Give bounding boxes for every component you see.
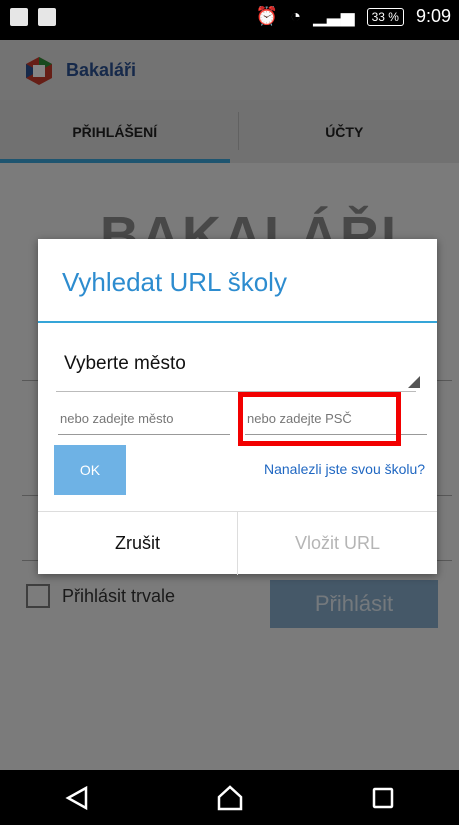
- navigation-bar: [0, 770, 459, 825]
- clock: 9:09: [415, 6, 451, 26]
- dropdown-arrow-icon[interactable]: [408, 376, 420, 388]
- dialog-title: Vyhledat URL školy: [62, 267, 287, 297]
- insert-url-button[interactable]: Vložit URL: [238, 512, 437, 575]
- search-school-dialog: Vyhledat URL školy Vyberte město nebo za…: [38, 239, 437, 575]
- psc-highlight-box: [238, 392, 401, 446]
- notification-icon: [10, 8, 28, 26]
- status-left-icons: [10, 8, 56, 26]
- dialog-title-divider: [38, 321, 437, 323]
- dialog-actions: Zrušit Vložit URL: [38, 511, 437, 575]
- city-select[interactable]: Vyberte město: [64, 353, 186, 375]
- recents-icon[interactable]: [366, 781, 400, 815]
- home-icon[interactable]: [213, 781, 247, 815]
- status-right: ⏰ ◔ ▁▃▅ 33 % 9:09: [256, 6, 451, 27]
- status-bar: ⏰ ◔ ▁▃▅ 33 % 9:09: [0, 0, 459, 40]
- battery-indicator: 33 %: [366, 7, 404, 26]
- back-icon[interactable]: [60, 781, 94, 815]
- cancel-button[interactable]: Zrušit: [38, 512, 238, 575]
- found-school-link[interactable]: Nanalezli jste svou školu?: [264, 461, 425, 477]
- signal-icon: ▁▃▅: [313, 6, 355, 26]
- alarm-icon: ⏰: [255, 6, 279, 26]
- wifi-icon: ◔: [290, 6, 302, 26]
- image-icon: [38, 8, 56, 26]
- ok-button[interactable]: OK: [54, 445, 126, 495]
- city-input[interactable]: nebo zadejte město: [58, 411, 230, 435]
